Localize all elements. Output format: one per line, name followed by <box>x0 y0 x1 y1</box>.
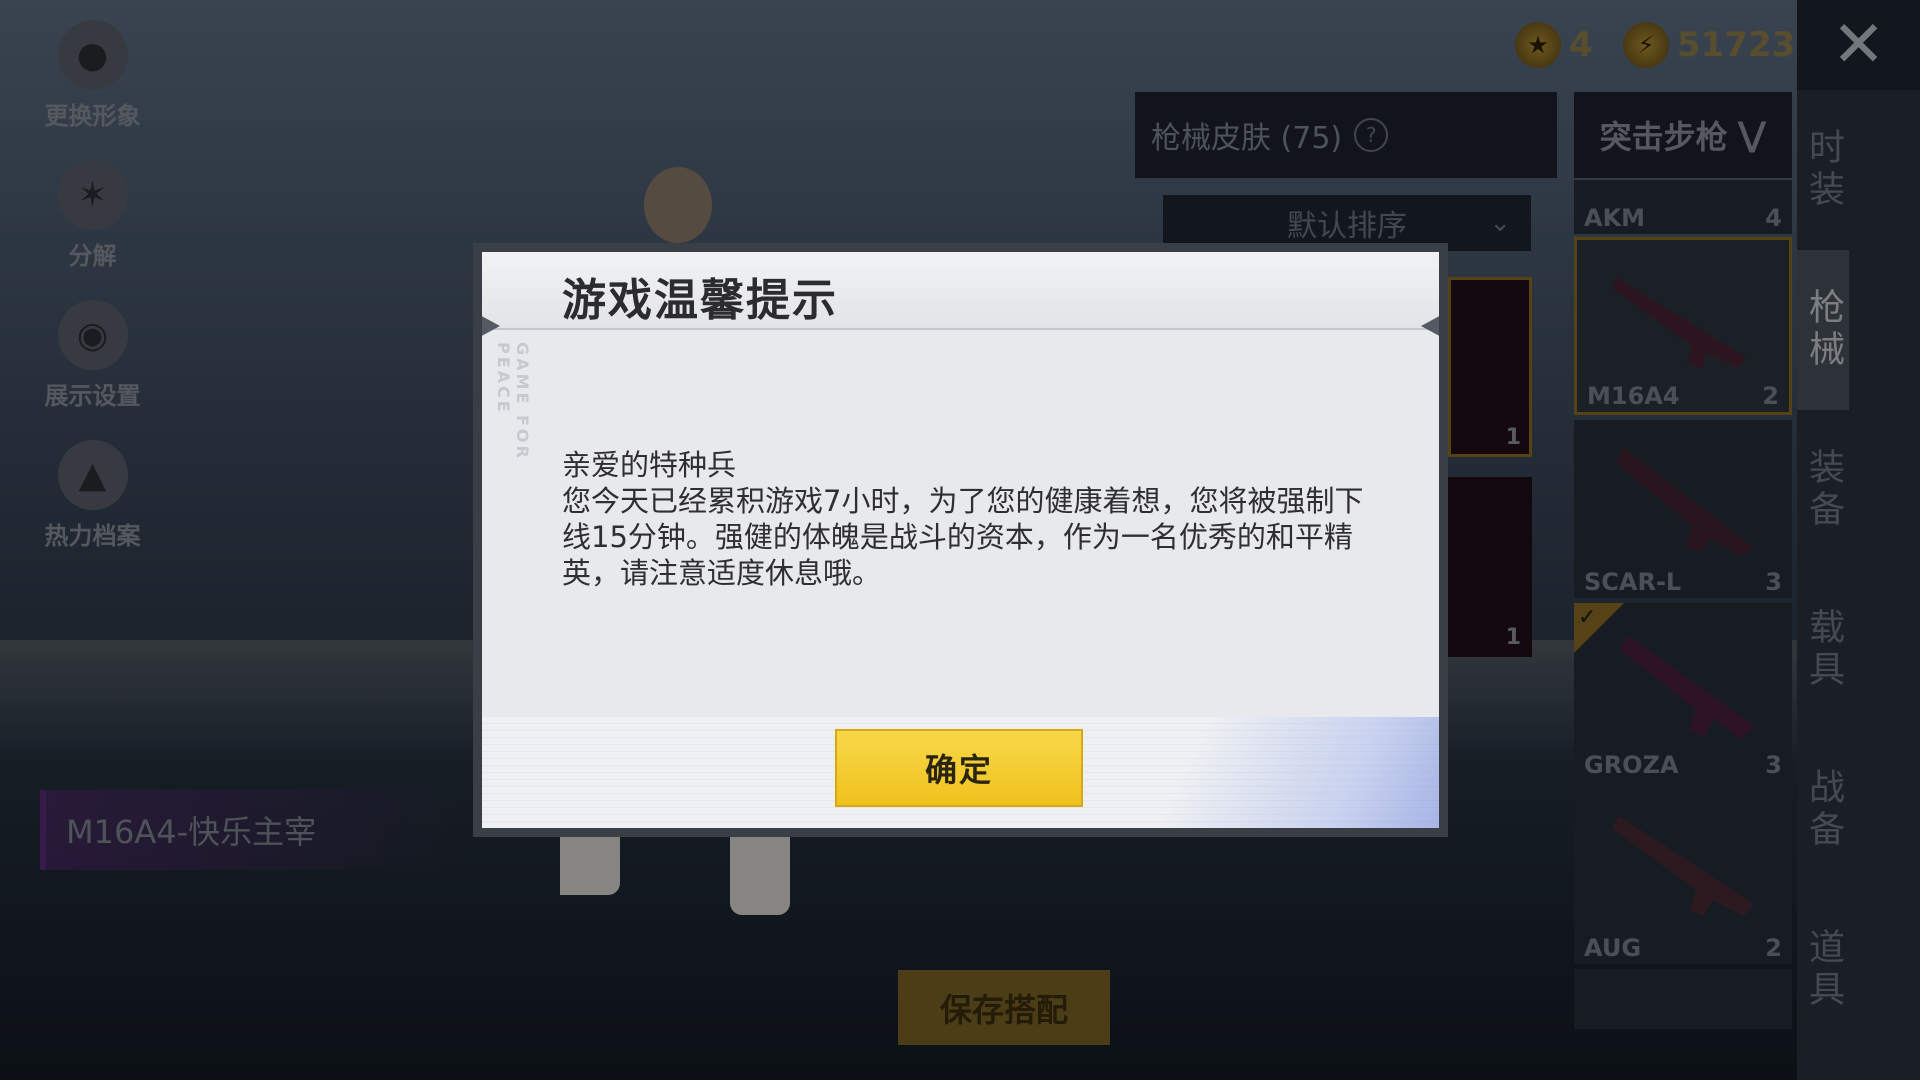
footer-decoration <box>1139 717 1439 828</box>
corner-decoration <box>1421 312 1439 340</box>
corner-decoration <box>482 312 500 340</box>
dialog-greeting: 亲爱的特种兵 <box>562 448 737 482</box>
dialog-message: 亲爱的特种兵 您今天已经累积游戏7小时，为了您的健康着想，您将被强制下线15分钟… <box>562 447 1382 591</box>
dialog-message-text: 您今天已经累积游戏7小时，为了您的健康着想，您将被强制下线15分钟。强健的体魄是… <box>562 484 1364 590</box>
confirm-button[interactable]: 确定 <box>835 729 1083 807</box>
reminder-dialog: 游戏温馨提示 GAME FOR PEACE 亲爱的特种兵 您今天已经累积游戏7小… <box>482 252 1439 828</box>
dialog-header: 游戏温馨提示 <box>482 252 1439 330</box>
dialog-title: 游戏温馨提示 <box>562 275 838 326</box>
watermark-text: GAME FOR PEACE <box>494 342 532 461</box>
